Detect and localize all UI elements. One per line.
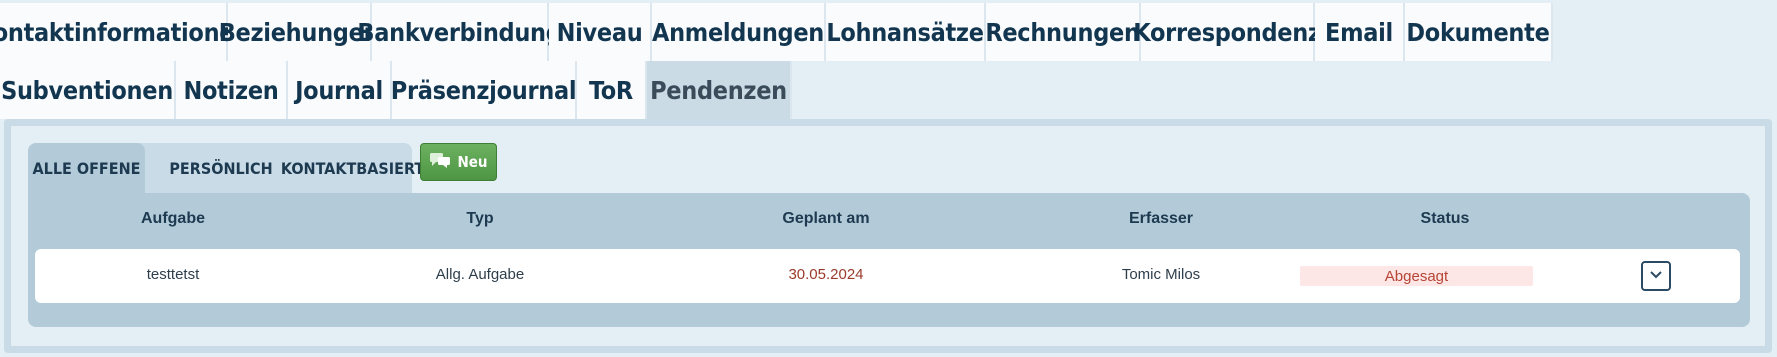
tab-kontaktinformationen[interactable]: Kontaktinformationen [0,3,250,61]
tasks-table: Aufgabe Typ Geplant am Erfasser Status t… [28,193,1750,327]
tab-email[interactable]: Email [1315,3,1405,61]
chevron-down-icon [1649,267,1663,285]
column-header-typ[interactable]: Typ [355,210,605,228]
tab-anmeldungen[interactable]: Anmeldungen [652,3,826,61]
column-header-aufgabe[interactable]: Aufgabe [48,210,298,228]
tab-praesenzjournal[interactable]: Präsenzjournal [391,61,577,119]
tab-journal[interactable]: Journal [288,61,392,119]
tab-korrespondenz[interactable]: Korrespondenz [1133,3,1321,61]
subtab-kontaktbasiert[interactable]: KONTAKTBASIERT [281,143,424,193]
tab-niveau[interactable]: Niveau [549,3,652,61]
subtab-alle-offene[interactable]: ALLE OFFENE [28,143,145,193]
tab-tor[interactable]: ToR [577,61,647,119]
new-task-button[interactable]: Neu [420,143,497,181]
cell-typ: Allg. Aufgabe [435,266,525,283]
tab-lohnansaetze[interactable]: Lohnansätze [826,3,986,61]
column-header-erfasser[interactable]: Erfasser [1036,210,1286,228]
cell-aufgabe: testtetst [146,266,200,283]
tab-rechnungen[interactable]: Rechnungen [985,3,1141,61]
tab-notizen[interactable]: Notizen [176,61,288,119]
cell-geplant-am: 30.05.2024 [788,266,864,283]
tab-dokumente[interactable]: Dokumente [1405,3,1553,61]
status-badge: Abgesagt [1300,266,1533,286]
tab-subventionen[interactable]: Subventionen [0,61,176,119]
new-button-label: Neu [457,153,488,171]
tab-beziehungen[interactable]: Beziehungen [219,3,380,61]
column-header-status[interactable]: Status [1320,210,1570,228]
column-header-geplant-am[interactable]: Geplant am [701,210,951,228]
subtab-persoenlich[interactable]: PERSÖNLICH [145,143,297,193]
main-tabs-row-1: Kontaktinformationen Beziehungen Bankver… [0,3,1553,61]
tab-bankverbindung[interactable]: Bankverbindung [357,3,562,61]
expand-row-button[interactable] [1641,261,1671,291]
pendenzen-subtabs: ALLE OFFENE PERSÖNLICH KONTAKTBASIERT [28,143,424,193]
cell-erfasser: Tomic Milos [1121,266,1201,283]
main-tabs-row-2: Subventionen Notizen Journal Präsenzjour… [0,61,792,119]
chat-bubbles-icon [429,152,451,172]
tab-pendenzen[interactable]: Pendenzen [647,61,792,119]
